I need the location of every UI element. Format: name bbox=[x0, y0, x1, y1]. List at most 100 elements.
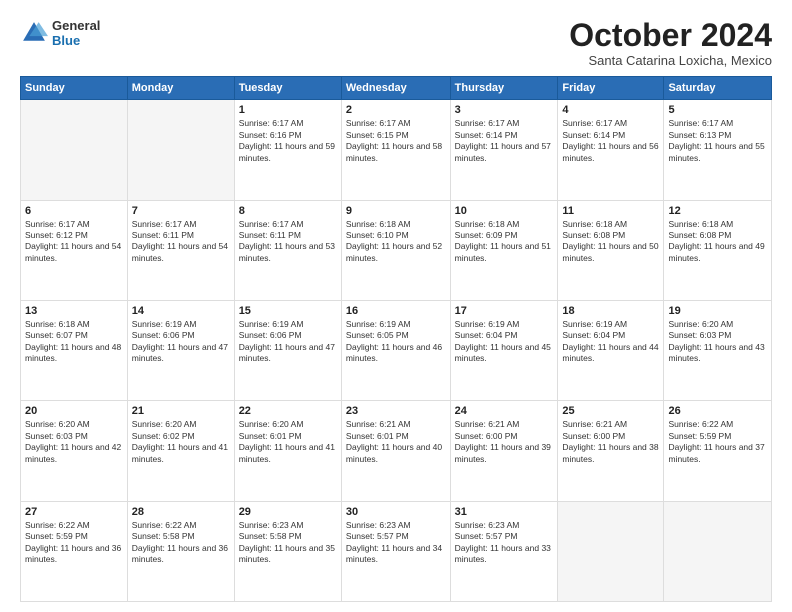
day-info: Sunrise: 6:23 AMSunset: 5:57 PMDaylight:… bbox=[455, 520, 554, 566]
day-number: 26 bbox=[668, 405, 767, 417]
day-number: 31 bbox=[455, 506, 554, 518]
week-row: 6Sunrise: 6:17 AMSunset: 6:12 PMDaylight… bbox=[21, 200, 772, 300]
day-number: 20 bbox=[25, 405, 123, 417]
calendar-cell: 24 Sunrise: 6:21 AMSunset: 6:00 PMDayligh… bbox=[450, 401, 558, 501]
day-info: Sunrise: 6:17 AMSunset: 6:11 PMDaylight:… bbox=[132, 219, 230, 265]
calendar-cell: 31 Sunrise: 6:23 AMSunset: 5:57 PMDayligh… bbox=[450, 501, 558, 601]
calendar-cell bbox=[21, 100, 128, 200]
calendar: SundayMondayTuesdayWednesdayThursdayFrid… bbox=[20, 76, 772, 602]
day-info: Sunrise: 6:22 AMSunset: 5:58 PMDaylight:… bbox=[132, 520, 230, 566]
day-number: 19 bbox=[668, 305, 767, 317]
day-number: 28 bbox=[132, 506, 230, 518]
day-info: Sunrise: 6:18 AMSunset: 6:10 PMDaylight:… bbox=[346, 219, 446, 265]
day-number: 30 bbox=[346, 506, 446, 518]
day-info: Sunrise: 6:19 AMSunset: 6:06 PMDaylight:… bbox=[132, 319, 230, 365]
calendar-cell: 25 Sunrise: 6:21 AMSunset: 6:00 PMDayligh… bbox=[558, 401, 664, 501]
day-number: 24 bbox=[455, 405, 554, 417]
month-title: October 2024 bbox=[569, 18, 772, 53]
day-number: 1 bbox=[239, 104, 337, 116]
day-of-week-header: Saturday bbox=[664, 77, 772, 100]
day-info: Sunrise: 6:20 AMSunset: 6:01 PMDaylight:… bbox=[239, 419, 337, 465]
day-number: 7 bbox=[132, 205, 230, 217]
day-number: 4 bbox=[562, 104, 659, 116]
day-info: Sunrise: 6:18 AMSunset: 6:08 PMDaylight:… bbox=[562, 219, 659, 265]
day-of-week-header: Wednesday bbox=[341, 77, 450, 100]
week-row: 27 Sunrise: 6:22 AMSunset: 5:59 PMDayligh… bbox=[21, 501, 772, 601]
logo: General Blue bbox=[20, 18, 100, 48]
day-info: Sunrise: 6:22 AMSunset: 5:59 PMDaylight:… bbox=[668, 419, 767, 465]
calendar-cell: 15 Sunrise: 6:19 AMSunset: 6:06 PMDayligh… bbox=[234, 300, 341, 400]
day-number: 25 bbox=[562, 405, 659, 417]
calendar-cell: 20 Sunrise: 6:20 AMSunset: 6:03 PMDayligh… bbox=[21, 401, 128, 501]
day-info: Sunrise: 6:20 AMSunset: 6:03 PMDaylight:… bbox=[668, 319, 767, 365]
calendar-cell: 11 Sunrise: 6:18 AMSunset: 6:08 PMDayligh… bbox=[558, 200, 664, 300]
day-number: 3 bbox=[455, 104, 554, 116]
week-row: 20 Sunrise: 6:20 AMSunset: 6:03 PMDayligh… bbox=[21, 401, 772, 501]
days-row: SundayMondayTuesdayWednesdayThursdayFrid… bbox=[21, 77, 772, 100]
day-info: Sunrise: 6:19 AMSunset: 6:04 PMDaylight:… bbox=[455, 319, 554, 365]
day-info: Sunrise: 6:19 AMSunset: 6:06 PMDaylight:… bbox=[239, 319, 337, 365]
calendar-cell: 2Sunrise: 6:17 AMSunset: 6:15 PMDaylight… bbox=[341, 100, 450, 200]
day-number: 10 bbox=[455, 205, 554, 217]
day-number: 22 bbox=[239, 405, 337, 417]
day-number: 15 bbox=[239, 305, 337, 317]
day-of-week-header: Friday bbox=[558, 77, 664, 100]
day-info: Sunrise: 6:17 AMSunset: 6:11 PMDaylight:… bbox=[239, 219, 337, 265]
calendar-body: 1Sunrise: 6:17 AMSunset: 6:16 PMDaylight… bbox=[21, 100, 772, 602]
day-info: Sunrise: 6:23 AMSunset: 5:57 PMDaylight:… bbox=[346, 520, 446, 566]
header: General Blue October 2024 Santa Catarina… bbox=[20, 18, 772, 68]
day-info: Sunrise: 6:23 AMSunset: 5:58 PMDaylight:… bbox=[239, 520, 337, 566]
calendar-cell: 12 Sunrise: 6:18 AMSunset: 6:08 PMDayligh… bbox=[664, 200, 772, 300]
calendar-cell: 10 Sunrise: 6:18 AMSunset: 6:09 PMDayligh… bbox=[450, 200, 558, 300]
day-number: 9 bbox=[346, 205, 446, 217]
day-number: 29 bbox=[239, 506, 337, 518]
day-info: Sunrise: 6:17 AMSunset: 6:14 PMDaylight:… bbox=[562, 118, 659, 164]
calendar-cell: 16Sunrise: 6:19 AMSunset: 6:05 PMDayligh… bbox=[341, 300, 450, 400]
day-number: 12 bbox=[668, 205, 767, 217]
calendar-cell: 5Sunrise: 6:17 AMSunset: 6:13 PMDaylight… bbox=[664, 100, 772, 200]
day-number: 27 bbox=[25, 506, 123, 518]
calendar-header: SundayMondayTuesdayWednesdayThursdayFrid… bbox=[21, 77, 772, 100]
day-info: Sunrise: 6:21 AMSunset: 6:00 PMDaylight:… bbox=[455, 419, 554, 465]
day-info: Sunrise: 6:21 AMSunset: 6:00 PMDaylight:… bbox=[562, 419, 659, 465]
calendar-cell: 6Sunrise: 6:17 AMSunset: 6:12 PMDaylight… bbox=[21, 200, 128, 300]
day-info: Sunrise: 6:19 AMSunset: 6:05 PMDaylight:… bbox=[346, 319, 446, 365]
calendar-cell: 18 Sunrise: 6:19 AMSunset: 6:04 PMDayligh… bbox=[558, 300, 664, 400]
calendar-cell: 4 Sunrise: 6:17 AMSunset: 6:14 PMDaylight… bbox=[558, 100, 664, 200]
logo-blue-label: Blue bbox=[52, 33, 100, 48]
day-info: Sunrise: 6:19 AMSunset: 6:04 PMDaylight:… bbox=[562, 319, 659, 365]
calendar-cell: 13 Sunrise: 6:18 AMSunset: 6:07 PMDayligh… bbox=[21, 300, 128, 400]
day-info: Sunrise: 6:18 AMSunset: 6:09 PMDaylight:… bbox=[455, 219, 554, 265]
day-number: 11 bbox=[562, 205, 659, 217]
calendar-cell: 23Sunrise: 6:21 AMSunset: 6:01 PMDayligh… bbox=[341, 401, 450, 501]
calendar-cell: 1Sunrise: 6:17 AMSunset: 6:16 PMDaylight… bbox=[234, 100, 341, 200]
calendar-cell: 21Sunrise: 6:20 AMSunset: 6:02 PMDayligh… bbox=[127, 401, 234, 501]
calendar-cell bbox=[558, 501, 664, 601]
calendar-cell: 27 Sunrise: 6:22 AMSunset: 5:59 PMDayligh… bbox=[21, 501, 128, 601]
day-info: Sunrise: 6:22 AMSunset: 5:59 PMDaylight:… bbox=[25, 520, 123, 566]
day-of-week-header: Tuesday bbox=[234, 77, 341, 100]
logo-text: General Blue bbox=[52, 18, 100, 48]
calendar-cell: 14Sunrise: 6:19 AMSunset: 6:06 PMDayligh… bbox=[127, 300, 234, 400]
day-number: 5 bbox=[668, 104, 767, 116]
page: General Blue October 2024 Santa Catarina… bbox=[0, 0, 792, 612]
calendar-cell: 7 Sunrise: 6:17 AMSunset: 6:11 PMDaylight… bbox=[127, 200, 234, 300]
calendar-cell: 17Sunrise: 6:19 AMSunset: 6:04 PMDayligh… bbox=[450, 300, 558, 400]
logo-general-label: General bbox=[52, 18, 100, 33]
day-info: Sunrise: 6:17 AMSunset: 6:14 PMDaylight:… bbox=[455, 118, 554, 164]
title-area: October 2024 Santa Catarina Loxicha, Mex… bbox=[569, 18, 772, 68]
day-info: Sunrise: 6:20 AMSunset: 6:03 PMDaylight:… bbox=[25, 419, 123, 465]
week-row: 1Sunrise: 6:17 AMSunset: 6:16 PMDaylight… bbox=[21, 100, 772, 200]
calendar-cell: 29 Sunrise: 6:23 AMSunset: 5:58 PMDayligh… bbox=[234, 501, 341, 601]
day-info: Sunrise: 6:20 AMSunset: 6:02 PMDaylight:… bbox=[132, 419, 230, 465]
day-number: 13 bbox=[25, 305, 123, 317]
calendar-cell: 19 Sunrise: 6:20 AMSunset: 6:03 PMDayligh… bbox=[664, 300, 772, 400]
calendar-cell: 8Sunrise: 6:17 AMSunset: 6:11 PMDaylight… bbox=[234, 200, 341, 300]
day-info: Sunrise: 6:18 AMSunset: 6:08 PMDaylight:… bbox=[668, 219, 767, 265]
calendar-cell: 28 Sunrise: 6:22 AMSunset: 5:58 PMDayligh… bbox=[127, 501, 234, 601]
logo-icon bbox=[20, 19, 48, 47]
day-number: 18 bbox=[562, 305, 659, 317]
day-of-week-header: Sunday bbox=[21, 77, 128, 100]
day-info: Sunrise: 6:18 AMSunset: 6:07 PMDaylight:… bbox=[25, 319, 123, 365]
calendar-cell: 9 Sunrise: 6:18 AMSunset: 6:10 PMDaylight… bbox=[341, 200, 450, 300]
